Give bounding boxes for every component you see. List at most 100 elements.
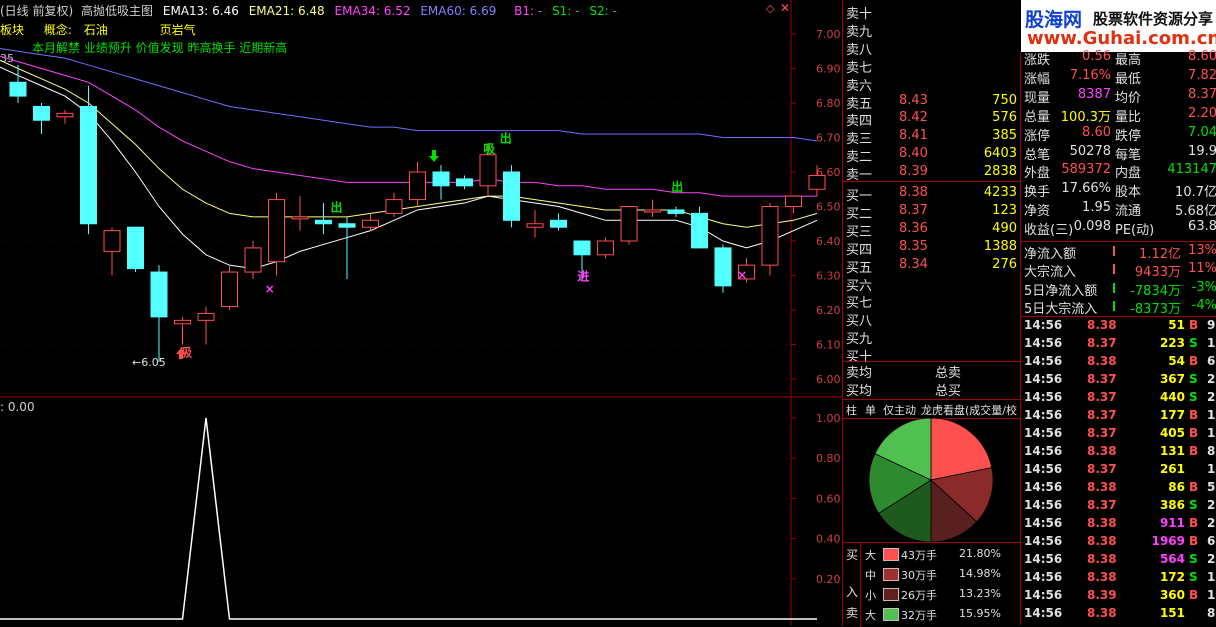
bids-row[interactable]: 买八 [843, 309, 1019, 329]
flow-bar [1113, 301, 1115, 312]
tick-count: 20 [1207, 498, 1216, 512]
tick-count: 25 [1207, 516, 1216, 530]
sub-indicator-chart[interactable]: 1.00 0.80 0.60 0.40 0.20 [0, 398, 842, 625]
quote-label: 现量 [1024, 90, 1051, 106]
tick-row[interactable]: 14:56 8.38 564 S 25 [1021, 551, 1216, 569]
flow-value: -8373万 [1130, 302, 1181, 318]
price-tick-label: 6.80 [816, 97, 841, 110]
tab-single[interactable]: 单 [865, 402, 876, 418]
asks-row[interactable]: 卖三 8.41 385 [843, 127, 1019, 147]
candlestick-chart[interactable]: 7.006.906.806.706.606.506.406.306.206.10… [0, 0, 842, 398]
candle-down-body [573, 240, 591, 256]
tick-side: S [1189, 372, 1198, 386]
tick-row[interactable]: 14:56 8.38 151 8 [1021, 605, 1216, 623]
tick-price: 8.38 [1087, 444, 1117, 458]
tick-side: B [1189, 426, 1199, 440]
pie-legend-row: 大 43万手 21.80% [843, 546, 1021, 564]
tick-list[interactable]: 14:568.3851B914:568.37223S1614:568.3854B… [1020, 317, 1216, 625]
bids-row[interactable]: 买七 [843, 291, 1019, 311]
tick-row[interactable]: 14:56 8.38 172 S 10 [1021, 569, 1216, 587]
tick-count: 12 [1207, 588, 1216, 602]
candle [80, 85, 97, 235]
asks-row[interactable]: 卖一 8.39 2838 [843, 163, 1019, 183]
tick-row[interactable]: 14:56 8.37 261 16 [1021, 461, 1216, 479]
bids-price: 8.37 [899, 202, 928, 218]
asks-row[interactable]: 卖六 [843, 74, 1019, 94]
tick-row[interactable]: 14:56 8.37 177 B 11 [1021, 407, 1216, 425]
bids-row[interactable]: 买四 8.35 1388 [843, 238, 1019, 258]
tick-row[interactable]: 14:56 8.38 1969 B 60 [1021, 533, 1216, 551]
candle [409, 161, 426, 207]
bids-row[interactable]: 买九 [843, 327, 1019, 347]
size-label: 大 [865, 609, 876, 622]
bids-price: 8.36 [899, 220, 928, 236]
bids-row[interactable]: 买五 8.34 276 [843, 256, 1019, 276]
capital-pie-panel: 柱 单 仅主动 龙虎看盘(成交量/校 买 入 卖 大 43万手 21.80% 中 30万… [842, 399, 1021, 627]
bids-row[interactable]: 买三 8.36 490 [843, 220, 1019, 240]
bids-row[interactable]: 买一 8.38 4233 [843, 184, 1019, 204]
tab-active-only[interactable]: 仅主动 [883, 402, 916, 418]
tick-side: S [1189, 570, 1198, 584]
candle-down-body [127, 226, 144, 270]
sub-indicator-panel[interactable]: : 0.00 1.00 0.80 0.60 0.40 0.20 [0, 398, 842, 625]
tick-row[interactable]: 14:56 8.38 54 B 6 [1021, 353, 1216, 371]
tick-row[interactable]: 14:56 8.37 223 S 16 [1021, 335, 1216, 353]
price-tick-label: 6.30 [816, 270, 841, 283]
cross-signal-mark: × [737, 268, 747, 282]
tick-row[interactable]: 14:56 8.38 51 B 9 [1021, 317, 1216, 335]
tick-price: 8.37 [1087, 372, 1117, 386]
tab-bar-chart[interactable]: 柱 [846, 402, 857, 418]
bids-row[interactable]: 买六 [843, 274, 1019, 294]
candle [456, 175, 473, 190]
tick-row[interactable]: 14:56 8.37 405 B 13 [1021, 425, 1216, 443]
candle-down-body [315, 219, 332, 225]
candle [432, 165, 450, 200]
flow-percent: -3% [1191, 279, 1216, 295]
bids-row[interactable]: 买二 8.37 123 [843, 202, 1019, 222]
tick-row[interactable]: 14:56 8.37 440 S 20 [1021, 389, 1216, 407]
asks-volume: 576 [992, 110, 1017, 126]
asks-row[interactable]: 卖七 [843, 56, 1019, 76]
quote-row: 涨跌 0.56 最高 8.60 [1021, 48, 1216, 68]
candle [56, 109, 74, 124]
tick-row[interactable]: 14:56 8.37 386 S 20 [1021, 497, 1216, 515]
tick-time: 14:56 [1024, 444, 1063, 458]
candle [244, 241, 262, 279]
candle [338, 216, 356, 279]
asks-row[interactable]: 卖九 [843, 20, 1019, 40]
quote-value: 17.66% [1061, 181, 1111, 197]
quote-label: 净资 [1024, 204, 1051, 220]
tick-row[interactable]: 14:56 8.38 86 B 5 [1021, 479, 1216, 497]
tick-row[interactable]: 14:56 8.38 131 B 8 [1021, 443, 1216, 461]
tick-row[interactable]: 14:56 8.38 911 B 25 [1021, 515, 1216, 533]
asks-row[interactable]: 卖二 8.40 6403 [843, 145, 1019, 165]
tick-row[interactable]: 14:56 8.37 367 S 25 [1021, 371, 1216, 389]
down-arrow-icon [429, 150, 439, 162]
candle-down-body [150, 271, 168, 318]
quote-label: 流通 [1115, 204, 1142, 220]
tab-dragon-tiger[interactable]: 龙虎看盘(成交量/校 [921, 402, 1017, 418]
quote-value: 10.7亿 [1175, 185, 1216, 201]
quote-label: 最低 [1115, 71, 1142, 87]
size-label: 大 [865, 549, 876, 562]
tick-volume: 51 [1168, 318, 1185, 332]
candle [127, 226, 144, 273]
asks-row[interactable]: 卖八 [843, 38, 1019, 58]
bid-avg-label: 买均 [846, 384, 873, 399]
candle-down-body [550, 219, 567, 228]
sub-tick-label: 0.20 [816, 573, 841, 586]
tick-count: 20 [1207, 390, 1216, 404]
quote-row: 换手 17.66% 股本 10.7亿 [1021, 180, 1216, 200]
tick-side: S [1189, 390, 1198, 404]
asks-row[interactable]: 卖五 8.43 750 [843, 92, 1019, 112]
main-chart-panel[interactable]: (日线 前复权) 高抛低吸主图 EMA13: 6.46 EMA21: 6.48 … [0, 0, 842, 398]
bids-volume: 490 [992, 220, 1017, 236]
asks-row[interactable]: 卖四 8.42 576 [843, 109, 1019, 129]
quote-label: 最高 [1115, 53, 1142, 68]
flow-bar [1113, 264, 1115, 275]
asks-row[interactable]: 卖十 [843, 2, 1019, 22]
quote-value: 7.16% [1069, 67, 1111, 83]
quote-label: 换手 [1024, 185, 1051, 201]
tick-row[interactable]: 14:56 8.39 360 B 12 [1021, 587, 1216, 605]
quote-label: 股本 [1115, 185, 1142, 201]
